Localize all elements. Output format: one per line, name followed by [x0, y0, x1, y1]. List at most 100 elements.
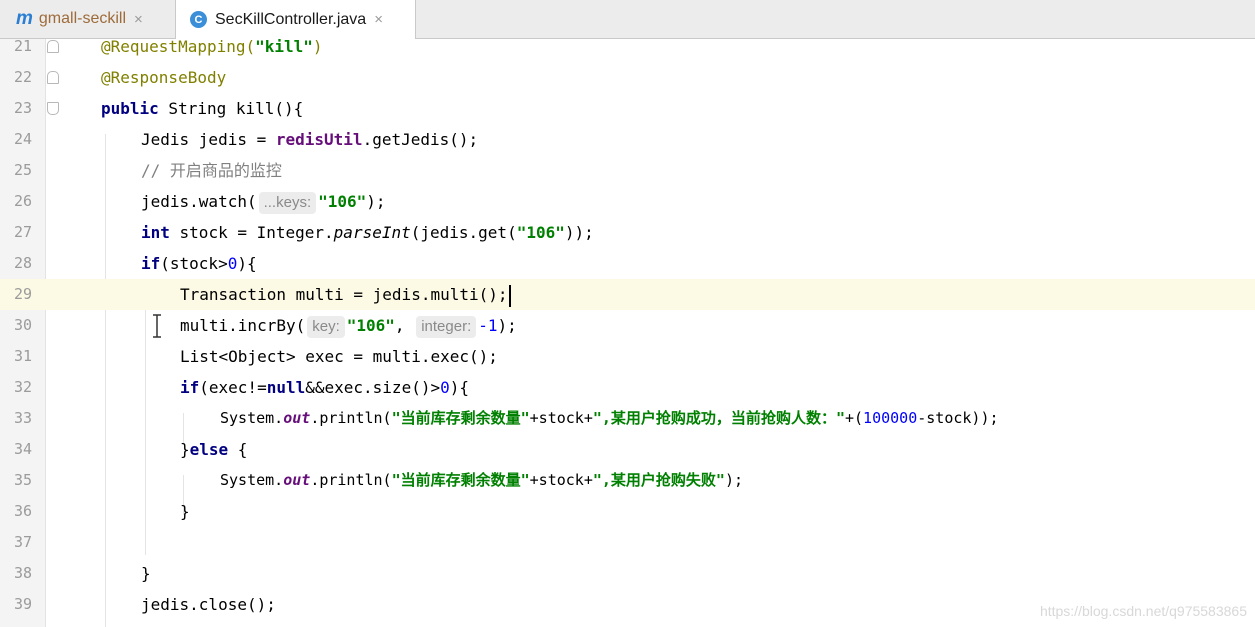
- line-number: 39: [13, 595, 32, 613]
- code-line[interactable]: 30 multi.incrBy(key: "106", integer: -1);: [0, 310, 1255, 341]
- code-line[interactable]: 34 }else {: [0, 434, 1255, 465]
- tab-seckillcontroller-java[interactable]: C SecKillController.java ×: [176, 0, 416, 39]
- keyword: null: [266, 378, 306, 397]
- parameter-hint: ...keys:: [258, 192, 317, 214]
- keyword: if: [141, 254, 161, 273]
- java-class-icon: C: [190, 11, 207, 28]
- code-text: Transaction multi = jedis.multi();: [180, 285, 508, 304]
- code-line[interactable]: 27 int stock = Integer.parseInt(jedis.ge…: [0, 217, 1255, 248]
- current-code-line[interactable]: 29 Transaction multi = jedis.multi();: [0, 279, 1255, 310]
- code-text: }: [180, 440, 190, 459]
- code-text: }: [141, 564, 151, 583]
- code-text: List<Object> exec = multi.exec();: [180, 347, 498, 366]
- string-literal: ",某用户抢购失败": [592, 471, 725, 489]
- line-number: 25: [13, 161, 32, 179]
- string-literal: ",某用户抢购成功，当前抢购人数：": [592, 409, 845, 427]
- code-text: System.: [220, 471, 284, 489]
- fold-marker-icon[interactable]: [47, 71, 59, 84]
- fold-marker-icon[interactable]: [47, 40, 59, 53]
- line-number: 30: [13, 316, 32, 334]
- code-text: );: [497, 316, 517, 335]
- text-caret: [508, 284, 511, 307]
- code-line[interactable]: 21 @RequestMapping("kill"): [0, 39, 1255, 62]
- string-literal: "当前库存剩余数量": [391, 409, 530, 427]
- code-line[interactable]: 22 @ResponseBody: [0, 62, 1255, 93]
- annotation: ): [312, 39, 323, 56]
- code-text: ));: [564, 223, 594, 242]
- line-number: 23: [13, 99, 32, 117]
- keyword: int: [141, 223, 170, 242]
- code-line[interactable]: 35 System.out.println("当前库存剩余数量"+stock+"…: [0, 465, 1255, 496]
- code-editor[interactable]: 21 @RequestMapping("kill") 22 @ResponseB…: [0, 39, 1255, 627]
- code-text: ){: [237, 254, 257, 273]
- code-text: multi.incrBy(: [180, 316, 306, 335]
- keyword: else: [189, 440, 229, 459]
- line-number: 38: [13, 564, 32, 582]
- code-line[interactable]: 36 }: [0, 496, 1255, 527]
- code-text: .println(: [310, 409, 392, 427]
- code-line[interactable]: 23 public String kill(){: [0, 93, 1255, 124]
- code-text: {: [228, 440, 248, 459]
- tab-label: gmall-seckill: [38, 10, 127, 27]
- code-text: (exec!=: [199, 378, 267, 397]
- code-text: +stock+: [529, 409, 593, 427]
- line-number: 34: [13, 440, 32, 458]
- annotation: @RequestMapping(: [101, 39, 256, 56]
- string-literal: "106": [516, 223, 565, 242]
- line-number: 36: [13, 502, 32, 520]
- code-line[interactable]: 28 if(stock>0){: [0, 248, 1255, 279]
- code-text: );: [724, 471, 744, 489]
- code-text: -stock));: [917, 409, 999, 427]
- code-text: ,: [394, 316, 405, 335]
- code-text: jedis.close();: [141, 595, 276, 614]
- string-literal: "当前库存剩余数量": [391, 471, 530, 489]
- keyword: if: [180, 378, 200, 397]
- line-number: 32: [13, 378, 32, 396]
- tab-gmall-seckill[interactable]: m gmall-seckill ×: [0, 0, 176, 38]
- parameter-hint: key:: [307, 316, 345, 338]
- code-text: .getJedis();: [362, 130, 479, 149]
- code-line[interactable]: 31 List<Object> exec = multi.exec();: [0, 341, 1255, 372]
- code-line[interactable]: 38 }: [0, 558, 1255, 589]
- line-number: 24: [13, 130, 32, 148]
- line-number: 35: [13, 471, 32, 489]
- static-field: out: [283, 409, 311, 427]
- static-field: out: [283, 471, 311, 489]
- code-line[interactable]: 32 if(exec!=null&&exec.size()>0){: [0, 372, 1255, 403]
- comment: // 开启商品的监控: [141, 161, 282, 180]
- code-text: jedis.watch(: [141, 192, 257, 211]
- tab-label: SecKillController.java: [215, 10, 367, 28]
- line-number: 22: [13, 68, 32, 86]
- code-line[interactable]: 25 // 开启商品的监控: [0, 155, 1255, 186]
- code-text: System.: [220, 409, 284, 427]
- maven-module-icon: m: [16, 8, 33, 29]
- annotation: @ResponseBody: [101, 68, 227, 87]
- keyword: public: [101, 99, 159, 118]
- code-text: stock = Integer.: [169, 223, 334, 242]
- line-number: 29: [13, 285, 32, 303]
- line-number: 31: [13, 347, 32, 365]
- close-icon[interactable]: ×: [134, 11, 143, 28]
- line-number: 27: [13, 223, 32, 241]
- field-reference: redisUtil: [275, 130, 363, 149]
- editor-tab-bar: m gmall-seckill × C SecKillController.ja…: [0, 0, 1255, 39]
- code-text: +(: [844, 409, 864, 427]
- code-text: +stock+: [529, 471, 593, 489]
- code-line[interactable]: 24 Jedis jedis = redisUtil.getJedis();: [0, 124, 1255, 155]
- code-line[interactable]: 26 jedis.watch(...keys: "106");: [0, 186, 1255, 217]
- text-cursor-icon: [153, 314, 161, 338]
- code-text: (jedis.get(: [410, 223, 517, 242]
- code-line[interactable]: 33 System.out.println("当前库存剩余数量"+stock+"…: [0, 403, 1255, 434]
- code-text: .println(: [310, 471, 392, 489]
- number-literal: 0: [227, 254, 238, 273]
- watermark: https://blog.csdn.net/q975583865: [1039, 603, 1247, 619]
- fold-marker-icon[interactable]: [47, 102, 59, 115]
- code-text: &&exec.size()>: [305, 378, 441, 397]
- code-line[interactable]: 37: [0, 527, 1255, 558]
- number-literal: 100000: [863, 409, 918, 427]
- number-literal: 0: [440, 378, 450, 397]
- method-call: parseInt: [333, 223, 411, 242]
- parameter-hint: integer:: [416, 316, 477, 338]
- code-text: }: [180, 502, 190, 521]
- close-icon[interactable]: ×: [374, 11, 383, 28]
